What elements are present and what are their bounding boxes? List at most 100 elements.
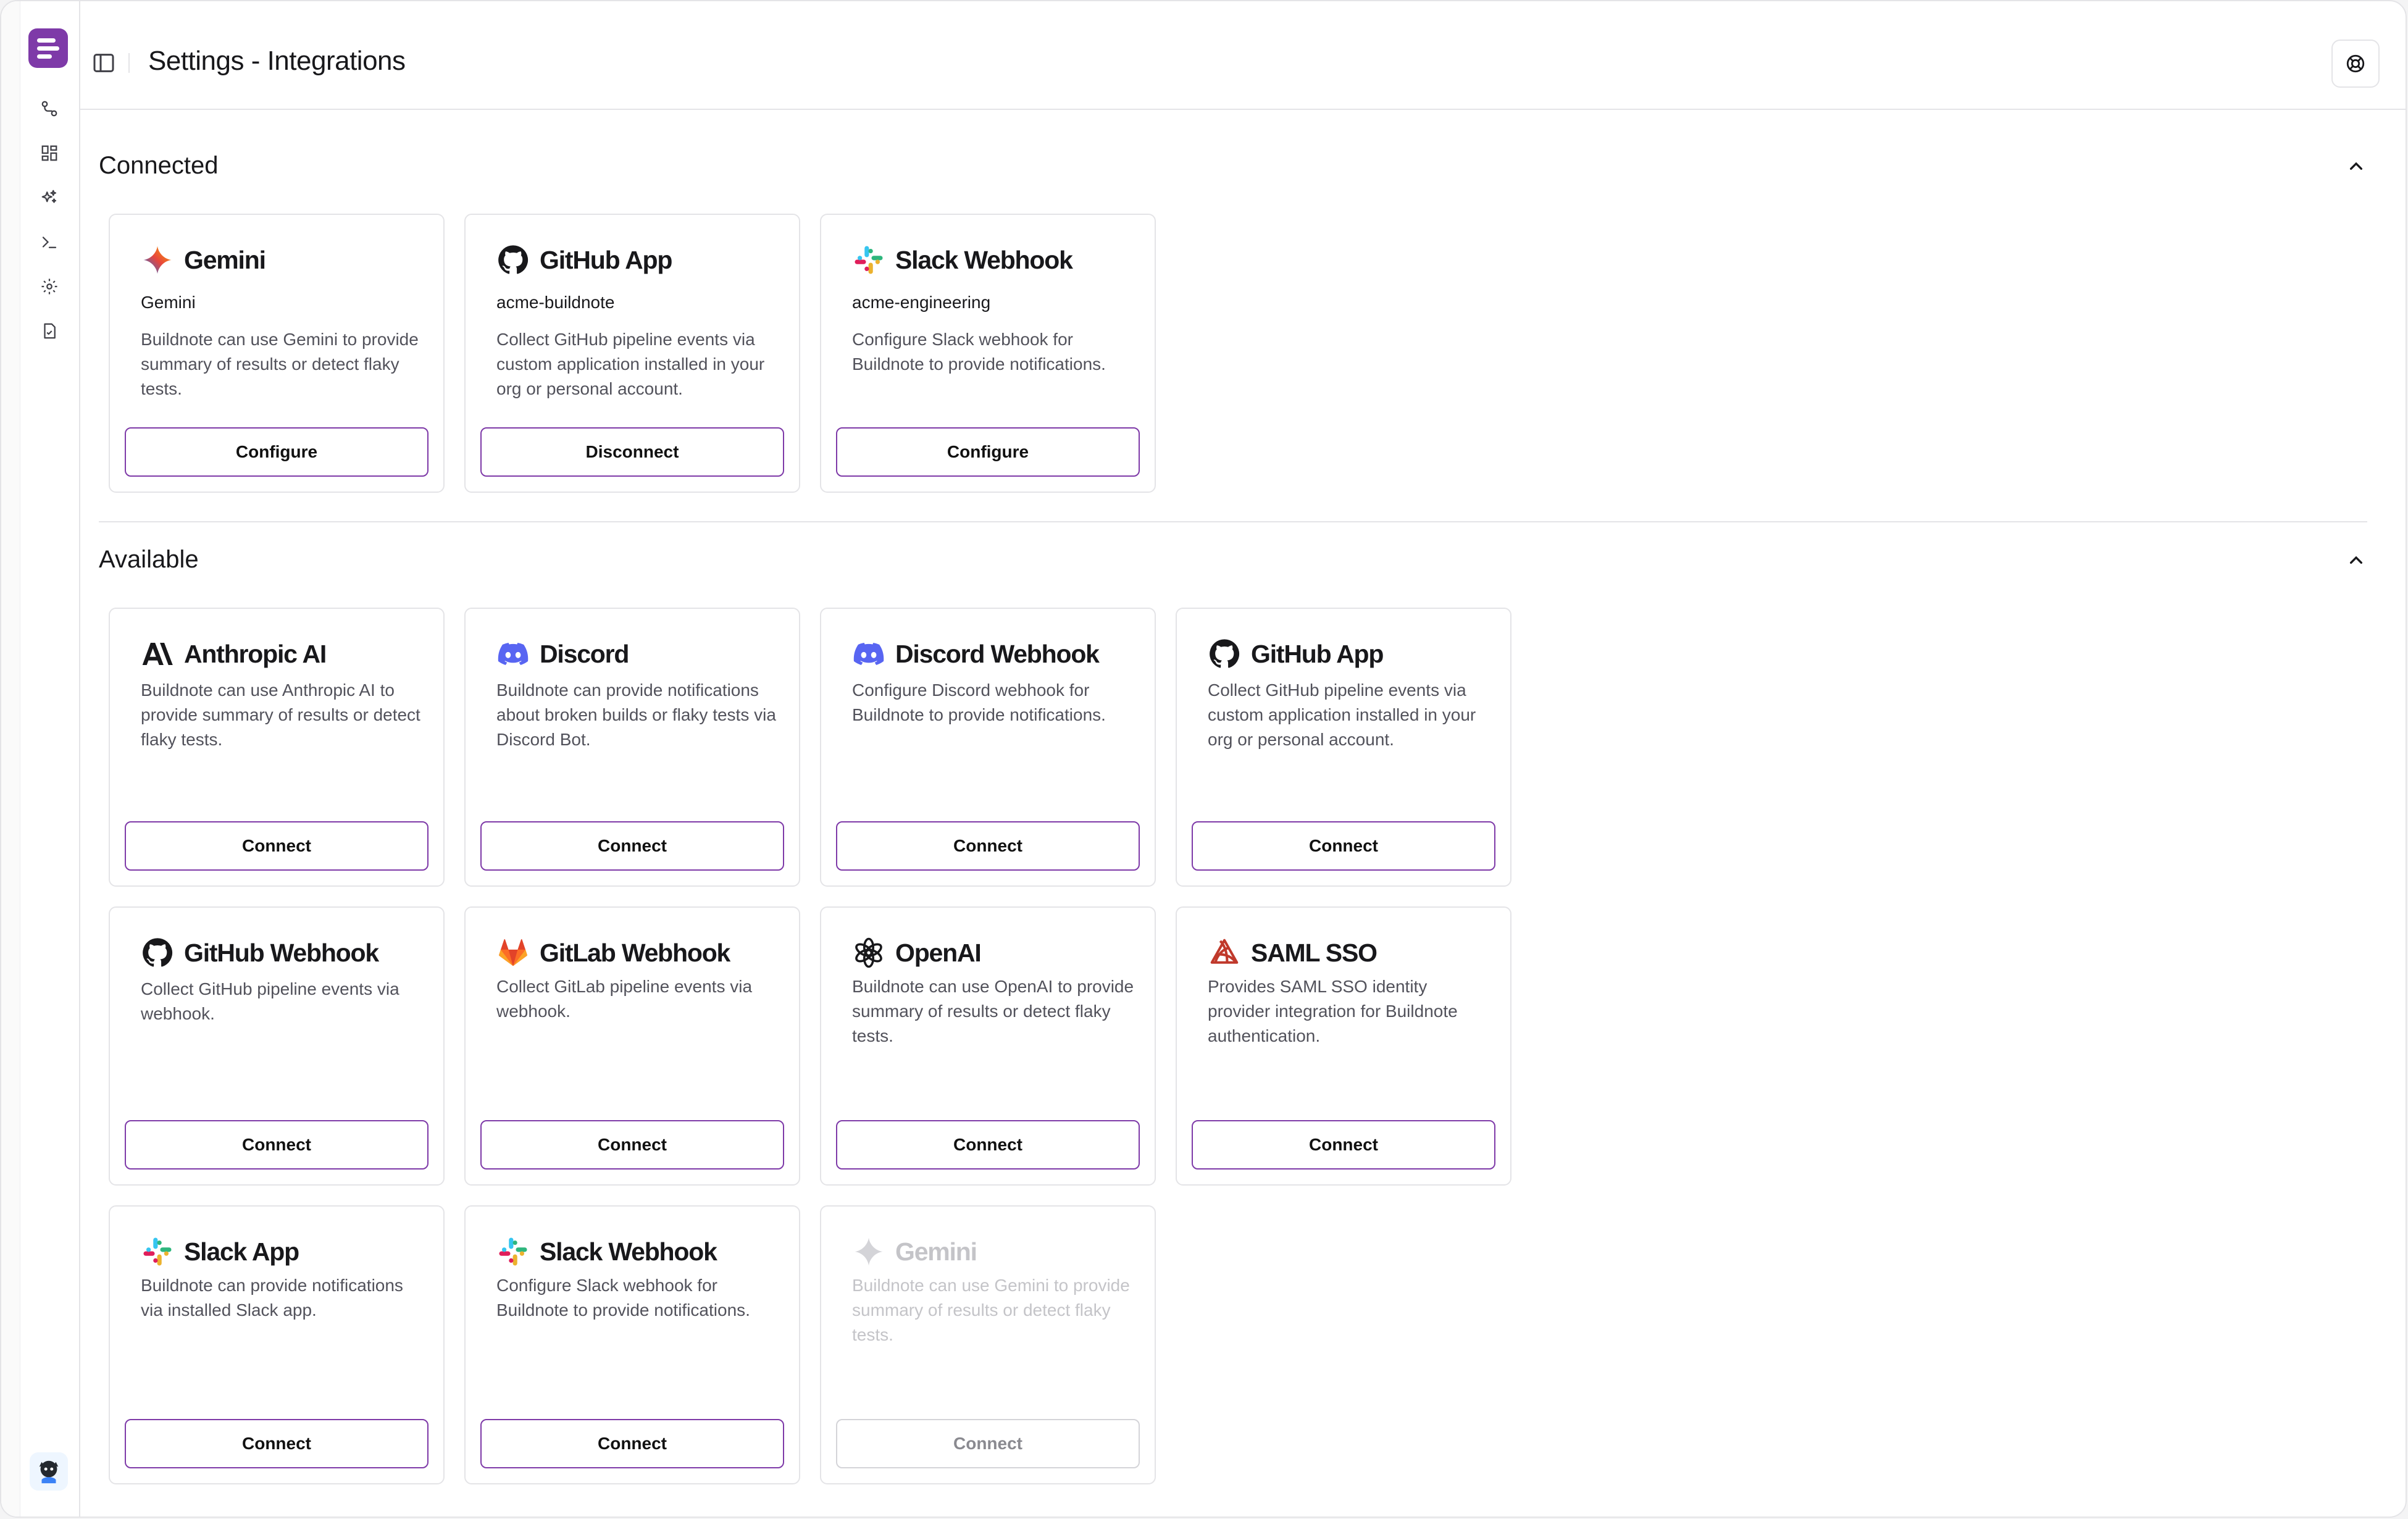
- configure-slack-webhook-button[interactable]: Configure: [836, 427, 1140, 477]
- document-icon[interactable]: [37, 319, 62, 343]
- card-title: GitHub App: [496, 243, 672, 277]
- card-anthropic-ai: Anthropic AI Buildnote can use Anthropic…: [109, 608, 445, 887]
- user-avatar[interactable]: [30, 1452, 68, 1491]
- card-title: SAML SSO: [1208, 936, 1377, 969]
- card-slack-app: Slack App Buildnote can provide notifica…: [109, 1205, 445, 1484]
- github-icon: [143, 938, 173, 967]
- card-description: Configure Slack webhook for Buildnote to…: [852, 330, 1106, 374]
- card-title: Discord Webhook: [852, 637, 1100, 671]
- collapse-available-chevron-up-icon[interactable]: [2344, 548, 2368, 573]
- configure-gemini-button[interactable]: Configure: [125, 427, 429, 477]
- card-name: Anthropic AI: [184, 639, 327, 668]
- app-logo[interactable]: [28, 28, 68, 68]
- card-name: GitHub Webhook: [184, 938, 379, 967]
- card-title: OpenAI: [852, 936, 982, 969]
- connect-discord-button[interactable]: Connect: [480, 821, 784, 871]
- disconnect-github-app-button[interactable]: Disconnect: [480, 427, 784, 477]
- discord-icon: [853, 643, 884, 665]
- terminal-icon[interactable]: [37, 230, 62, 254]
- header-separator: [128, 53, 130, 73]
- card-openai: OpenAI Buildnote can use OpenAI to provi…: [820, 906, 1156, 1186]
- card-name: GitLab Webhook: [540, 938, 730, 967]
- connect-openai-button[interactable]: Connect: [836, 1120, 1140, 1170]
- card-title: GitHub App: [1208, 637, 1384, 671]
- collapse-connected-chevron-up-icon[interactable]: [2344, 154, 2368, 179]
- card-description: Configure Slack webhook for Buildnote to…: [496, 1276, 750, 1320]
- page-header: Settings - Integrations: [79, 1, 2406, 110]
- card-discord-webhook: Discord Webhook Configure Discord webhoo…: [820, 608, 1156, 887]
- card-name: Gemini: [895, 1237, 977, 1266]
- github-icon: [498, 245, 529, 274]
- gemini-icon: [855, 1237, 883, 1266]
- card-title: Slack Webhook: [496, 1235, 717, 1268]
- card-name: SAML SSO: [1251, 938, 1377, 967]
- card-title: GitHub Webhook: [141, 936, 379, 969]
- sparkles-icon[interactable]: [37, 185, 62, 210]
- connect-gemini-button-disabled[interactable]: Connect: [836, 1419, 1140, 1468]
- card-description: Collect GitLab pipeline events via webho…: [496, 977, 753, 1021]
- card-name: OpenAI: [895, 938, 982, 967]
- card-title: GitLab Webhook: [496, 936, 730, 969]
- github-icon: [1210, 639, 1240, 668]
- card-account: acme-engineering: [852, 293, 991, 312]
- gemini-icon: [143, 246, 172, 274]
- card-description: Configure Discord webhook for Buildnote …: [852, 680, 1106, 724]
- card-description: Buildnote can use Gemini to provide summ…: [852, 1276, 1130, 1344]
- slack-icon: [499, 1237, 527, 1266]
- card-name: GitHub App: [540, 245, 672, 274]
- page-title: Settings - Integrations: [148, 46, 406, 76]
- card-name: Slack Webhook: [895, 245, 1073, 274]
- sidebar: [1, 1, 80, 1517]
- gear-icon[interactable]: [37, 274, 62, 299]
- connect-anthropic-ai-button[interactable]: Connect: [125, 821, 429, 871]
- card-account: acme-buildnote: [496, 293, 615, 312]
- card-description: Collect GitHub pipeline events via custo…: [496, 330, 765, 398]
- section-title-available: Available: [99, 546, 199, 573]
- connect-github-app-button[interactable]: Connect: [1192, 821, 1495, 871]
- card-account: Gemini: [141, 293, 196, 312]
- card-title: Gemini: [852, 1235, 977, 1268]
- connect-slack-webhook-button[interactable]: Connect: [480, 1419, 784, 1468]
- card-description: Buildnote can use OpenAI to provide summ…: [852, 977, 1134, 1045]
- sidebar-toggle-icon[interactable]: [91, 51, 116, 75]
- card-description: Buildnote can use Anthropic AI to provid…: [141, 680, 420, 749]
- card-description: Collect GitHub pipeline events via webho…: [141, 979, 399, 1023]
- card-description: Provides SAML SSO identity provider inte…: [1208, 977, 1458, 1045]
- card-saml-sso: SAML SSO Provides SAML SSO identity prov…: [1176, 906, 1511, 1186]
- workflow-icon[interactable]: [37, 96, 62, 121]
- app-window: Settings - Integrations Connected Gemini…: [0, 0, 2407, 1518]
- card-title: Anthropic AI: [141, 637, 327, 671]
- card-name: Slack Webhook: [540, 1237, 717, 1266]
- section-title-connected: Connected: [99, 152, 219, 179]
- card-github-webhook: GitHub Webhook Collect GitHub pipeline e…: [109, 906, 445, 1186]
- card-connected-gemini: Gemini Gemini Buildnote can use Gemini t…: [109, 214, 445, 493]
- card-title: Gemini: [141, 243, 266, 277]
- slack-icon: [855, 246, 883, 274]
- connect-gitlab-webhook-button[interactable]: Connect: [480, 1120, 784, 1170]
- card-name: GitHub App: [1251, 639, 1384, 668]
- card-description: Collect GitHub pipeline events via custo…: [1208, 680, 1476, 749]
- saml-icon: [1210, 939, 1239, 964]
- connect-saml-sso-button[interactable]: Connect: [1192, 1120, 1495, 1170]
- anthropic-icon: [142, 643, 173, 665]
- connect-discord-webhook-button[interactable]: Connect: [836, 821, 1140, 871]
- card-name: Discord: [540, 639, 629, 668]
- card-connected-github-app: GitHub App acme-buildnote Collect GitHub…: [464, 214, 800, 493]
- card-title: Slack App: [141, 1235, 299, 1268]
- card-name: Discord Webhook: [895, 639, 1100, 668]
- section-divider: [99, 521, 2367, 522]
- help-button[interactable]: [2331, 40, 2380, 88]
- card-gemini-disabled: Gemini Buildnote can use Gemini to provi…: [820, 1205, 1156, 1484]
- card-slack-webhook: Slack Webhook Configure Slack webhook fo…: [464, 1205, 800, 1484]
- slack-icon: [143, 1237, 172, 1266]
- connect-github-webhook-button[interactable]: Connect: [125, 1120, 429, 1170]
- card-discord: Discord Buildnote can provide notificati…: [464, 608, 800, 887]
- card-connected-slack-webhook: Slack Webhook acme-engineering Configure…: [820, 214, 1156, 493]
- card-title: Discord: [496, 637, 629, 671]
- card-gitlab-webhook: GitLab Webhook Collect GitLab pipeline e…: [464, 906, 800, 1186]
- lifebuoy-icon: [2346, 54, 2365, 73]
- card-title: Slack Webhook: [852, 243, 1073, 277]
- dashboard-icon[interactable]: [37, 141, 62, 165]
- connect-slack-app-button[interactable]: Connect: [125, 1419, 429, 1468]
- sidebar-edge: [1, 1, 20, 1517]
